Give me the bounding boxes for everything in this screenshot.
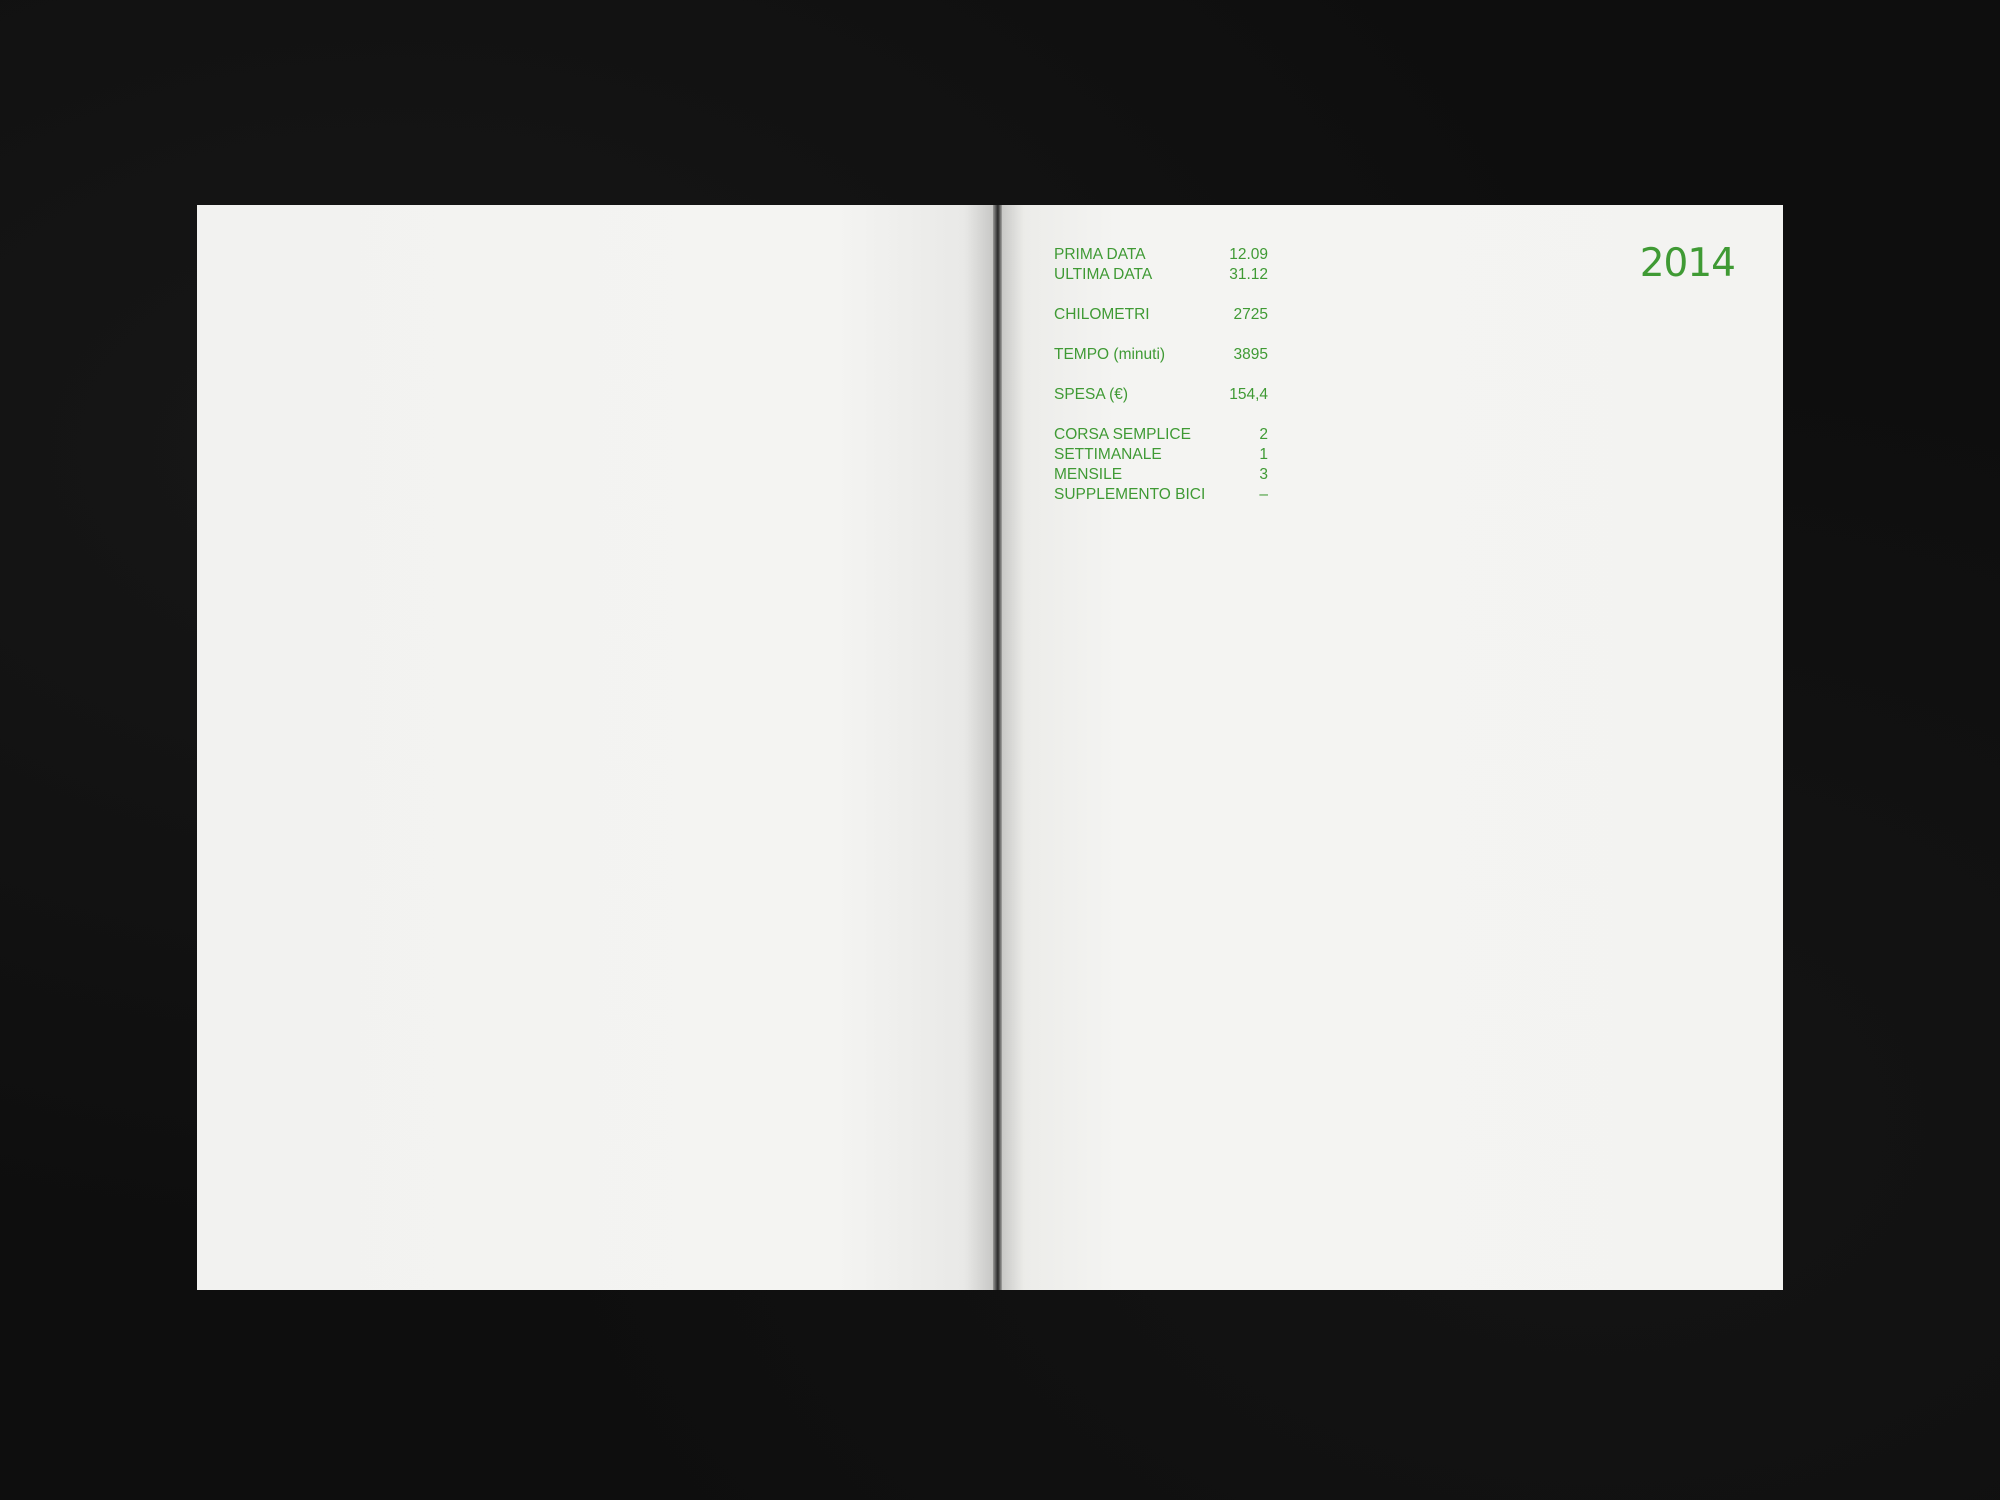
open-booklet: PRIMA DATA 12.09 ULTIMA DATA 31.12 CHILO… xyxy=(197,205,1786,1290)
stat-row: PRIMA DATA 12.09 xyxy=(1054,245,1268,265)
left-page xyxy=(197,205,995,1290)
stats-group-dates: PRIMA DATA 12.09 ULTIMA DATA 31.12 xyxy=(1054,245,1268,285)
stats-group-time: TEMPO (minuti) 3895 xyxy=(1054,345,1268,365)
stat-value: 3895 xyxy=(1233,346,1268,363)
stat-value: 154,4 xyxy=(1229,386,1268,403)
booklet-spine xyxy=(993,205,1002,1290)
stats-group-tickets: CORSA SEMPLICE 2 SETTIMANALE 1 MENSILE 3… xyxy=(1054,425,1268,505)
stats-group-distance: CHILOMETRI 2725 xyxy=(1054,305,1268,325)
stat-label: CORSA SEMPLICE xyxy=(1054,426,1191,443)
stat-label: TEMPO (minuti) xyxy=(1054,346,1166,363)
stats-group-expense: SPESA (€) 154,4 xyxy=(1054,385,1268,405)
stat-row: TEMPO (minuti) 3895 xyxy=(1054,345,1268,365)
stat-label: ULTIMA DATA xyxy=(1054,266,1153,283)
stat-label: SETTIMANALE xyxy=(1054,446,1162,463)
stat-label: SPESA (€) xyxy=(1054,386,1129,403)
stat-row: SUPPLEMENTO BICI – xyxy=(1054,485,1268,505)
stat-value: 1 xyxy=(1259,446,1268,463)
stat-row: SETTIMANALE 1 xyxy=(1054,445,1268,465)
stat-label: MENSILE xyxy=(1054,466,1123,483)
photo-scene: PRIMA DATA 12.09 ULTIMA DATA 31.12 CHILO… xyxy=(0,0,2000,1500)
stat-row: SPESA (€) 154,4 xyxy=(1054,385,1268,405)
stat-value: 2 xyxy=(1259,426,1268,443)
stat-row: CORSA SEMPLICE 2 xyxy=(1054,425,1268,445)
stat-row: ULTIMA DATA 31.12 xyxy=(1054,265,1268,285)
stat-label: SUPPLEMENTO BICI xyxy=(1054,486,1206,503)
stat-value: 3 xyxy=(1259,466,1268,483)
stat-value: – xyxy=(1259,486,1268,503)
year-heading: 2014 xyxy=(1639,241,1736,286)
stat-value: 12.09 xyxy=(1229,246,1268,263)
stat-row: MENSILE 3 xyxy=(1054,465,1268,485)
stat-label: CHILOMETRI xyxy=(1054,306,1150,323)
stat-label: PRIMA DATA xyxy=(1054,246,1146,263)
right-page: PRIMA DATA 12.09 ULTIMA DATA 31.12 CHILO… xyxy=(1000,205,1783,1290)
stat-value: 31.12 xyxy=(1229,266,1268,283)
stat-value: 2725 xyxy=(1233,306,1268,323)
stat-row: CHILOMETRI 2725 xyxy=(1054,305,1268,325)
stats-table: PRIMA DATA 12.09 ULTIMA DATA 31.12 CHILO… xyxy=(1054,245,1268,525)
